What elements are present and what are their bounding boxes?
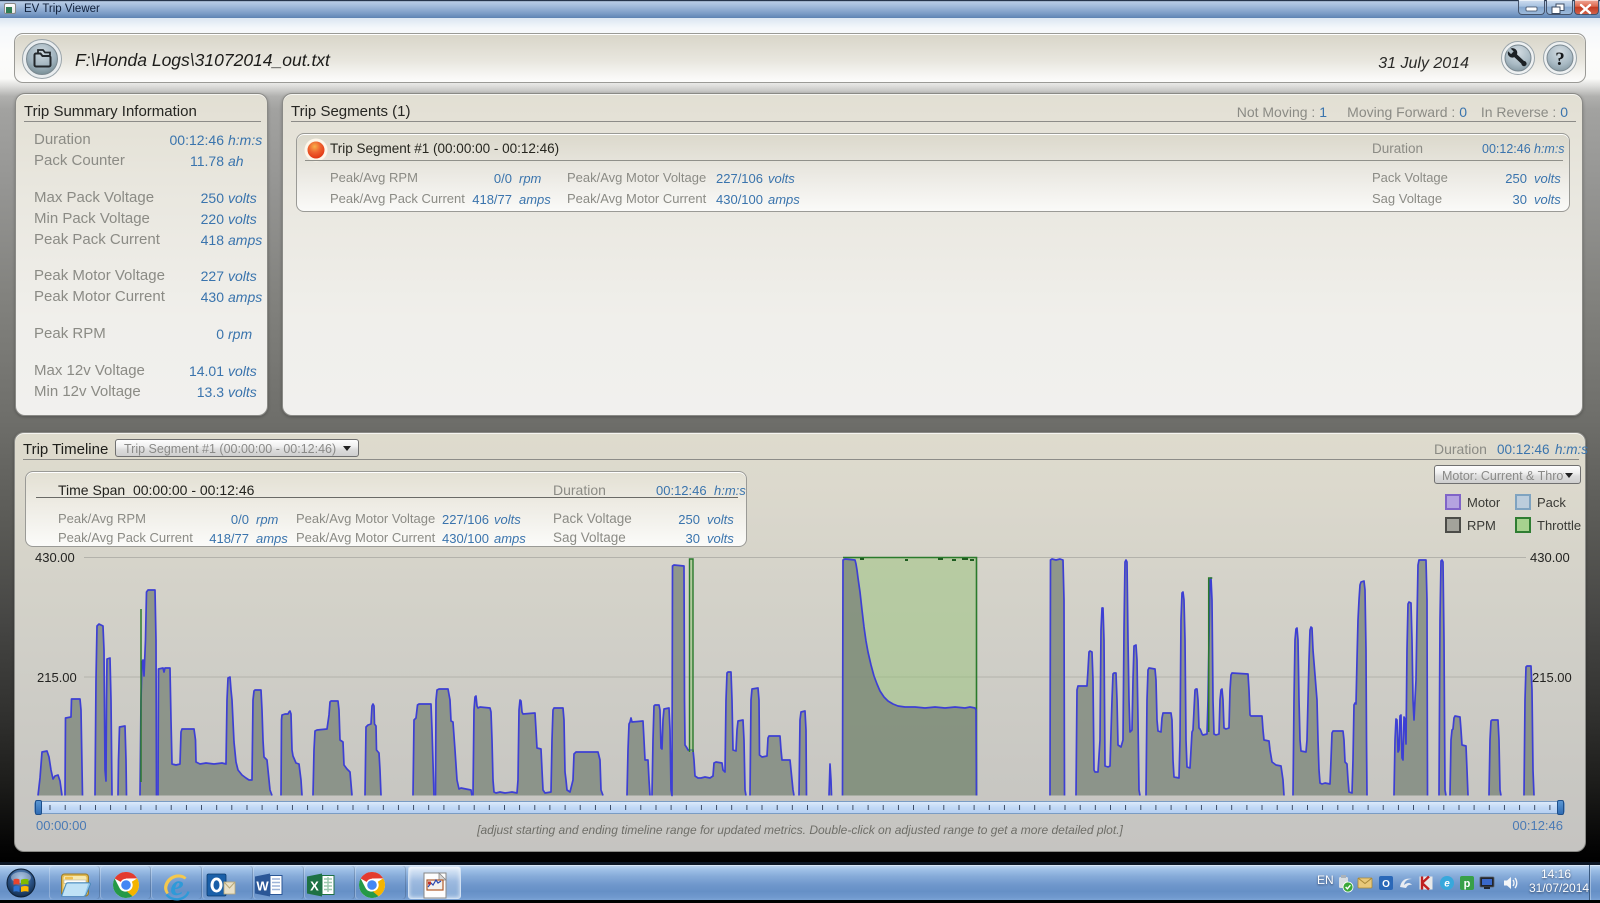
svg-text:X: X: [310, 879, 319, 894]
svg-text:e: e: [170, 869, 183, 902]
svg-text:p: p: [1464, 878, 1471, 890]
svg-text:W: W: [256, 879, 269, 894]
svg-text:?: ?: [1555, 49, 1565, 70]
svg-text:O: O: [1382, 879, 1390, 890]
svg-text:e: e: [1444, 879, 1450, 890]
